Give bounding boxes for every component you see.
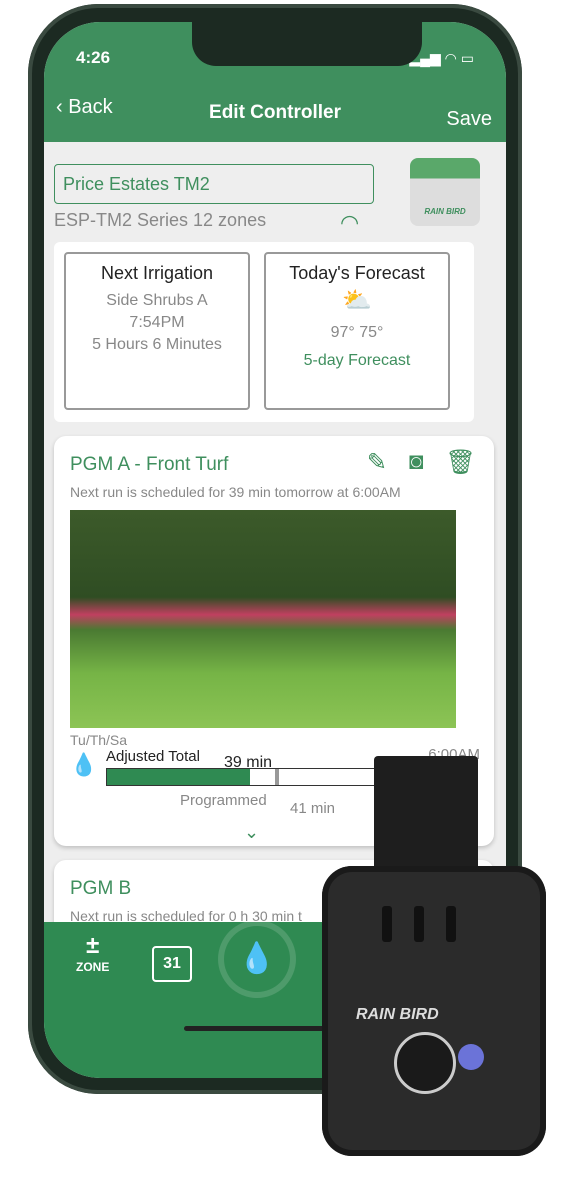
next-remaining: 5 Hours 6 Minutes — [92, 336, 222, 353]
camera-icon[interactable]: ◙ — [409, 448, 424, 477]
water-percent-icon: 💧 — [70, 752, 98, 777]
adjusted-label: Adjusted Total — [106, 748, 200, 765]
program-name[interactable]: PGM B — [70, 878, 131, 900]
partly-cloudy-icon: ⛅ — [342, 287, 372, 314]
controller-series: ESP-TM2 Series 12 zones — [54, 210, 267, 230]
device-led — [458, 1044, 484, 1070]
next-irrigation-title: Next Irrigation — [100, 263, 214, 283]
forecast-box: Today's Forecast ⛅ 97° 75° 5-day Forecas… — [264, 252, 450, 410]
device-logo: RAIN BIRD — [356, 1006, 439, 1023]
water-drop-button[interactable]: 💧 — [224, 926, 290, 992]
controller-image: RAIN BIRD — [410, 158, 480, 226]
device-button — [394, 1032, 456, 1094]
device-body: RAIN BIRD — [322, 866, 546, 1156]
next-run-text: Next run is scheduled for 39 min tomorro… — [70, 484, 401, 500]
wifi-module-device: RAIN BIRD — [322, 756, 546, 1160]
vent-slot — [382, 906, 392, 942]
zone-label: ZONE — [76, 960, 110, 974]
adjusted-fill — [107, 769, 251, 785]
program-name[interactable]: PGM A - Front Turf — [70, 454, 228, 476]
notch — [192, 22, 422, 66]
five-day-forecast-link[interactable]: 5-day Forecast — [266, 350, 448, 372]
program-photo — [70, 510, 456, 728]
vent-slot — [414, 906, 424, 942]
forecast-temps: 97° 75° — [330, 324, 384, 341]
calendar-icon[interactable]: 31 — [152, 946, 192, 982]
forecast-title: Today's Forecast — [289, 263, 425, 283]
next-time: 7:54PM — [129, 314, 185, 331]
program-days: Tu/Th/Sa — [70, 732, 128, 748]
chevron-down-icon[interactable]: ⌄ — [244, 822, 259, 843]
save-button[interactable]: Save — [446, 108, 492, 131]
trash-icon[interactable]: 🗑 — [446, 448, 476, 477]
controller-brand: RAIN BIRD — [424, 207, 466, 216]
wifi-icon: ◠ — [340, 210, 360, 235]
next-irrigation-box: Next Irrigation Side Shrubs A 7:54PM 5 H… — [64, 252, 250, 410]
zone-tab[interactable]: ± ZONE — [76, 932, 109, 974]
plus-minus-icon: ± — [86, 932, 100, 959]
pencil-icon[interactable]: ✎ — [367, 448, 387, 477]
vent-slot — [446, 906, 456, 942]
status-time: 4:26 — [76, 48, 111, 67]
calendar-day: 31 — [163, 955, 181, 972]
info-panel: Next Irrigation Side Shrubs A 7:54PM 5 H… — [54, 242, 474, 422]
controller-name-input[interactable] — [54, 164, 374, 204]
programmed-marker — [275, 769, 279, 785]
page-title: Edit Controller — [209, 102, 341, 123]
programmed-label: Programmed — [180, 792, 267, 809]
next-zone: Side Shrubs A — [106, 292, 208, 309]
